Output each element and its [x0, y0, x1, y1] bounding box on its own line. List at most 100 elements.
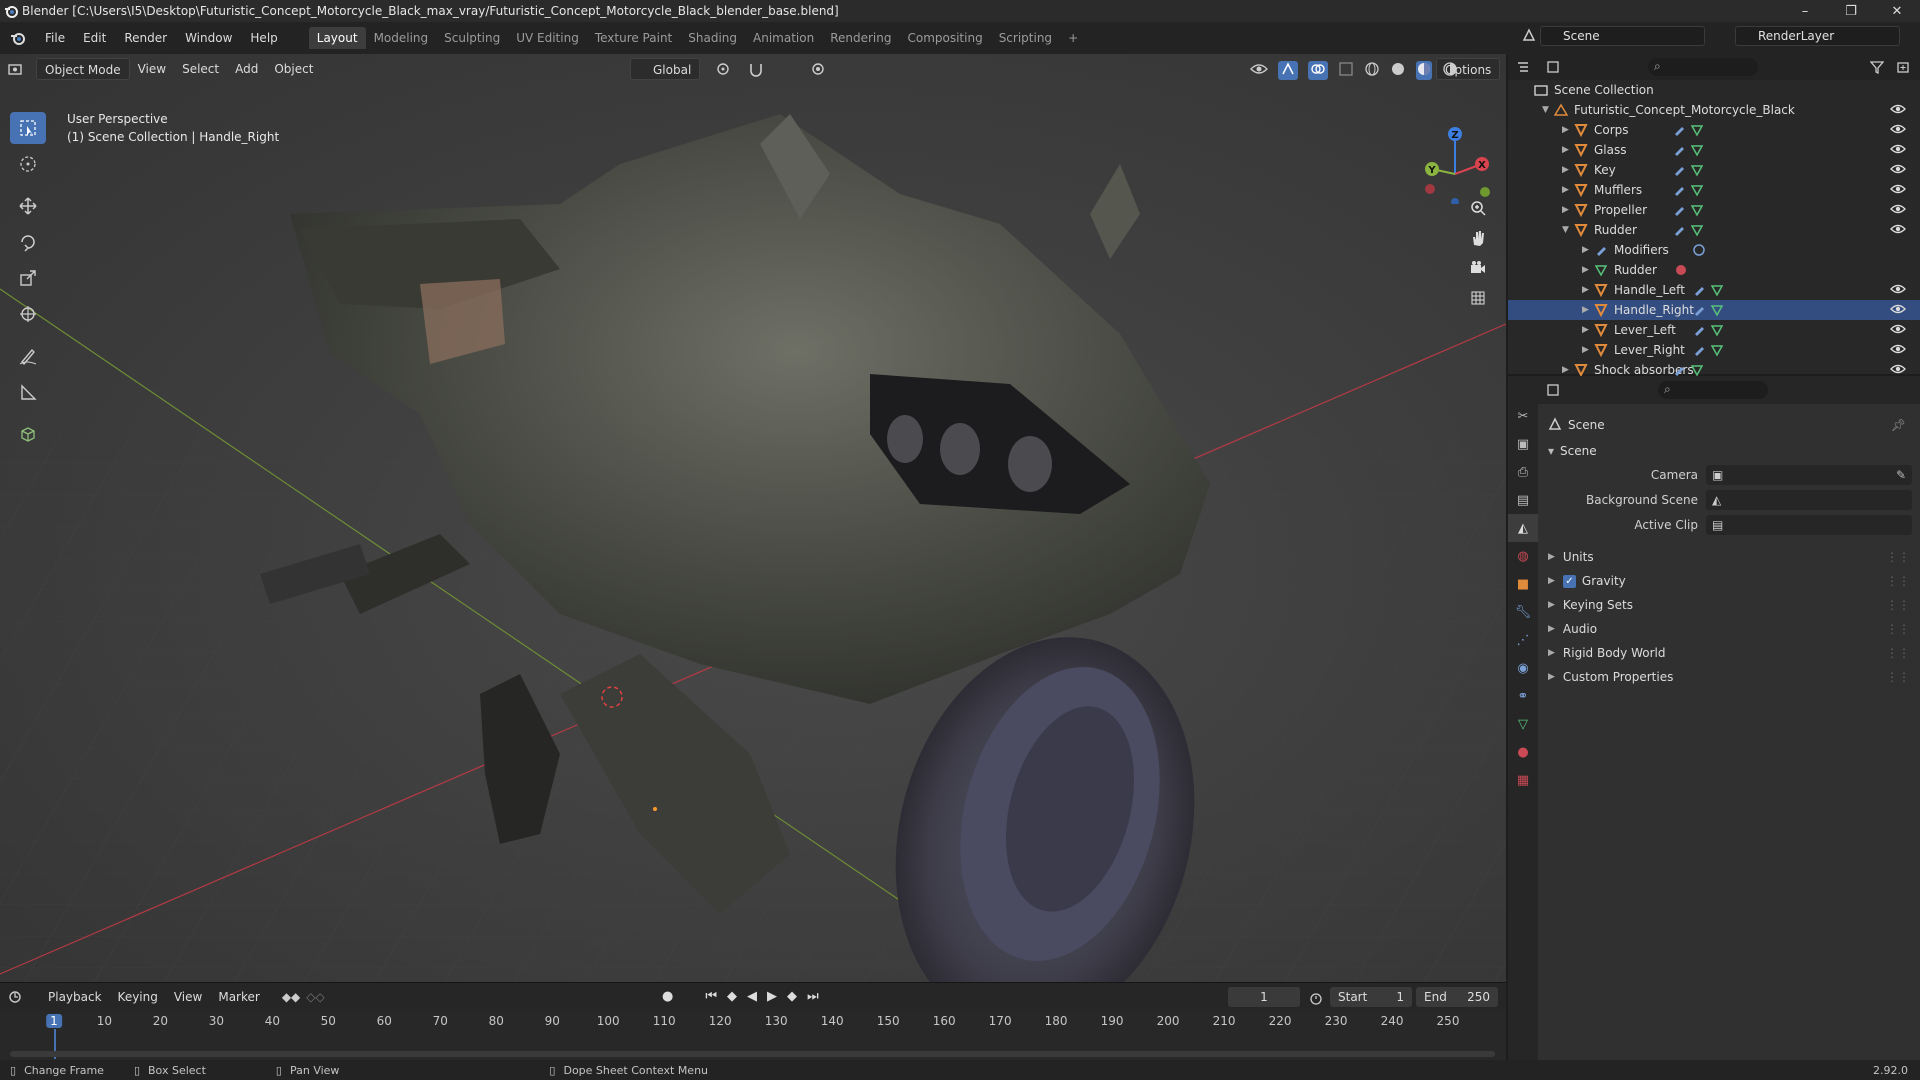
modifier-icon[interactable]	[1692, 303, 1706, 320]
section-audio[interactable]: ▶ Audio ⋮⋮	[1548, 618, 1912, 640]
workspace-tab-texture-paint[interactable]: Texture Paint	[587, 27, 680, 49]
active-clip-field[interactable]: ▤	[1706, 515, 1912, 535]
timeline-ruler[interactable]: 1 10 20 30 40 50 60 70 80 90 100 110 120 130 140 150 160…	[0, 1011, 1506, 1059]
outliner-scene-collection[interactable]: Scene Collection	[1508, 80, 1920, 100]
play-reverse-button[interactable]: ◀	[747, 989, 757, 1004]
mesh-data-icon[interactable]	[1690, 183, 1704, 200]
visibility-eye-icon[interactable]	[1890, 323, 1906, 338]
jump-end-button[interactable]: ⏭	[807, 989, 819, 1004]
perspective-toggle-icon[interactable]	[1464, 284, 1492, 312]
texture-properties-icon[interactable]: ▦	[1508, 766, 1538, 794]
transform-tool[interactable]	[10, 298, 46, 330]
new-collection-icon[interactable]	[1896, 60, 1910, 77]
navigation-gizmo[interactable]: Z X Y	[1410, 114, 1500, 204]
shading-material-icon[interactable]	[1416, 61, 1432, 80]
maximize-button[interactable]: ❐	[1828, 0, 1874, 22]
shading-wireframe-icon[interactable]	[1364, 61, 1380, 80]
modifier-icon[interactable]	[1672, 143, 1686, 160]
section-custom-properties[interactable]: ▶ Custom Properties ⋮⋮	[1548, 666, 1912, 688]
object-properties-icon[interactable]: ■	[1508, 570, 1538, 598]
snap-icon[interactable]	[748, 61, 764, 80]
prev-keyframe-button[interactable]: ◆	[727, 989, 737, 1004]
move-tool[interactable]	[10, 190, 46, 222]
render-properties-icon[interactable]: ▣	[1508, 430, 1538, 458]
eyedropper-icon[interactable]: ✎	[1896, 468, 1906, 482]
insert-keyframe-icon[interactable]: ◆◆	[282, 990, 300, 1004]
workspace-tab-rendering[interactable]: Rendering	[822, 27, 899, 49]
workspace-tab-shading[interactable]: Shading	[680, 27, 745, 49]
record-button[interactable]: ●	[662, 989, 673, 1004]
collapse-arrow-icon[interactable]: ▼	[1542, 105, 1549, 115]
viewport-menu-add[interactable]: Add	[227, 58, 266, 80]
shading-solid-icon[interactable]	[1390, 61, 1406, 80]
visibility-eye-icon[interactable]	[1890, 103, 1906, 118]
world-properties-icon[interactable]: ◍	[1508, 542, 1538, 570]
collapse-arrow-icon[interactable]: ▼	[1562, 225, 1569, 235]
mesh-data-icon[interactable]	[1690, 143, 1704, 160]
drag-handle-icon[interactable]: ⋮⋮	[1886, 598, 1910, 612]
current-frame-field[interactable]: 1	[1228, 987, 1300, 1007]
scene-properties-icon[interactable]: ◭	[1508, 514, 1538, 542]
drag-handle-icon[interactable]: ⋮⋮	[1886, 670, 1910, 684]
outliner-item-handle-left[interactable]: ▶ Handle_Left	[1508, 280, 1920, 300]
tool-settings-icon[interactable]: ✂	[1508, 402, 1538, 430]
editor-type-icon[interactable]	[0, 62, 30, 76]
mesh-data-icon[interactable]	[1710, 283, 1724, 300]
blender-menu-icon[interactable]	[0, 30, 36, 46]
keying-set-icon[interactable]: ◇◇	[306, 990, 324, 1004]
menu-render[interactable]: Render	[115, 27, 176, 49]
mesh-data-icon[interactable]	[1690, 123, 1704, 140]
properties-search-input[interactable]: ⌕	[1658, 381, 1768, 399]
expand-arrow-icon[interactable]: ▶	[1562, 165, 1569, 175]
workspace-tab-modeling[interactable]: Modeling	[366, 27, 437, 49]
cursor-tool[interactable]	[10, 148, 46, 180]
expand-arrow-icon[interactable]: ▶	[1582, 285, 1589, 295]
properties-editor-type-icon[interactable]	[1540, 383, 1566, 397]
workspace-tab-layout[interactable]: Layout	[308, 27, 366, 49]
expand-arrow-icon[interactable]: ▶	[1562, 365, 1569, 375]
filter-icon[interactable]	[1869, 60, 1885, 77]
background-scene-field[interactable]: ◭	[1706, 490, 1912, 510]
visibility-eye-icon[interactable]	[1890, 283, 1906, 298]
camera-view-icon[interactable]	[1464, 254, 1492, 282]
scale-tool[interactable]	[10, 262, 46, 294]
mesh-data-icon[interactable]	[1690, 163, 1704, 180]
menu-help[interactable]: Help	[241, 27, 286, 49]
modifier-icon[interactable]	[1692, 323, 1706, 340]
outliner-collection[interactable]: ▼ Futuristic_Concept_Motorcycle_Black	[1508, 100, 1920, 120]
expand-arrow-icon[interactable]: ▶	[1562, 185, 1569, 195]
timeline-scrollbar[interactable]	[10, 1051, 1495, 1057]
modifier-icon[interactable]	[1672, 203, 1686, 220]
view-layer-icon[interactable]: ▤	[1508, 486, 1538, 514]
outliner-item-lever-right[interactable]: ▶ Lever_Right	[1508, 340, 1920, 360]
mesh-data-icon[interactable]	[1710, 323, 1724, 340]
scene-panel-header[interactable]: ▾ Scene	[1548, 440, 1912, 462]
menu-file[interactable]: File	[36, 27, 74, 49]
output-properties-icon[interactable]: ⎙	[1508, 458, 1538, 486]
mesh-data-icon[interactable]	[1690, 223, 1704, 240]
menu-edit[interactable]: Edit	[74, 27, 115, 49]
3d-viewport[interactable]: Object Mode View Select Add Object Globa…	[0, 54, 1506, 982]
expand-arrow-icon[interactable]: ▶	[1582, 245, 1589, 255]
outliner-item-modifiers[interactable]: ▶ Modifiers	[1508, 240, 1920, 260]
view-layer-selector[interactable]: RenderLayer	[1735, 26, 1900, 46]
timeline-menu-view[interactable]: View	[166, 986, 210, 1008]
close-button[interactable]: ✕	[1874, 0, 1920, 22]
modifier-icon[interactable]	[1672, 223, 1686, 240]
shading-rendered-icon[interactable]	[1442, 61, 1458, 80]
mesh-data-icon[interactable]	[1710, 343, 1724, 360]
outliner-search-input[interactable]: ⌕	[1648, 58, 1758, 76]
pin-icon[interactable]: 📌︎	[1891, 418, 1906, 432]
select-box-tool[interactable]	[10, 112, 46, 144]
play-button[interactable]: ▶	[767, 989, 777, 1004]
visibility-eye-icon[interactable]	[1890, 143, 1906, 158]
expand-arrow-icon[interactable]: ▶	[1582, 305, 1589, 315]
stopwatch-icon[interactable]	[1309, 991, 1323, 1008]
outliner-item-key[interactable]: ▶ Key	[1508, 160, 1920, 180]
measure-tool[interactable]	[10, 376, 46, 408]
visibility-eye-icon[interactable]	[1890, 163, 1906, 178]
visibility-icon[interactable]	[1250, 61, 1268, 80]
rotate-tool[interactable]	[10, 226, 46, 258]
annotate-tool[interactable]	[10, 340, 46, 372]
gizmo-toggle-icon[interactable]	[1278, 61, 1298, 80]
